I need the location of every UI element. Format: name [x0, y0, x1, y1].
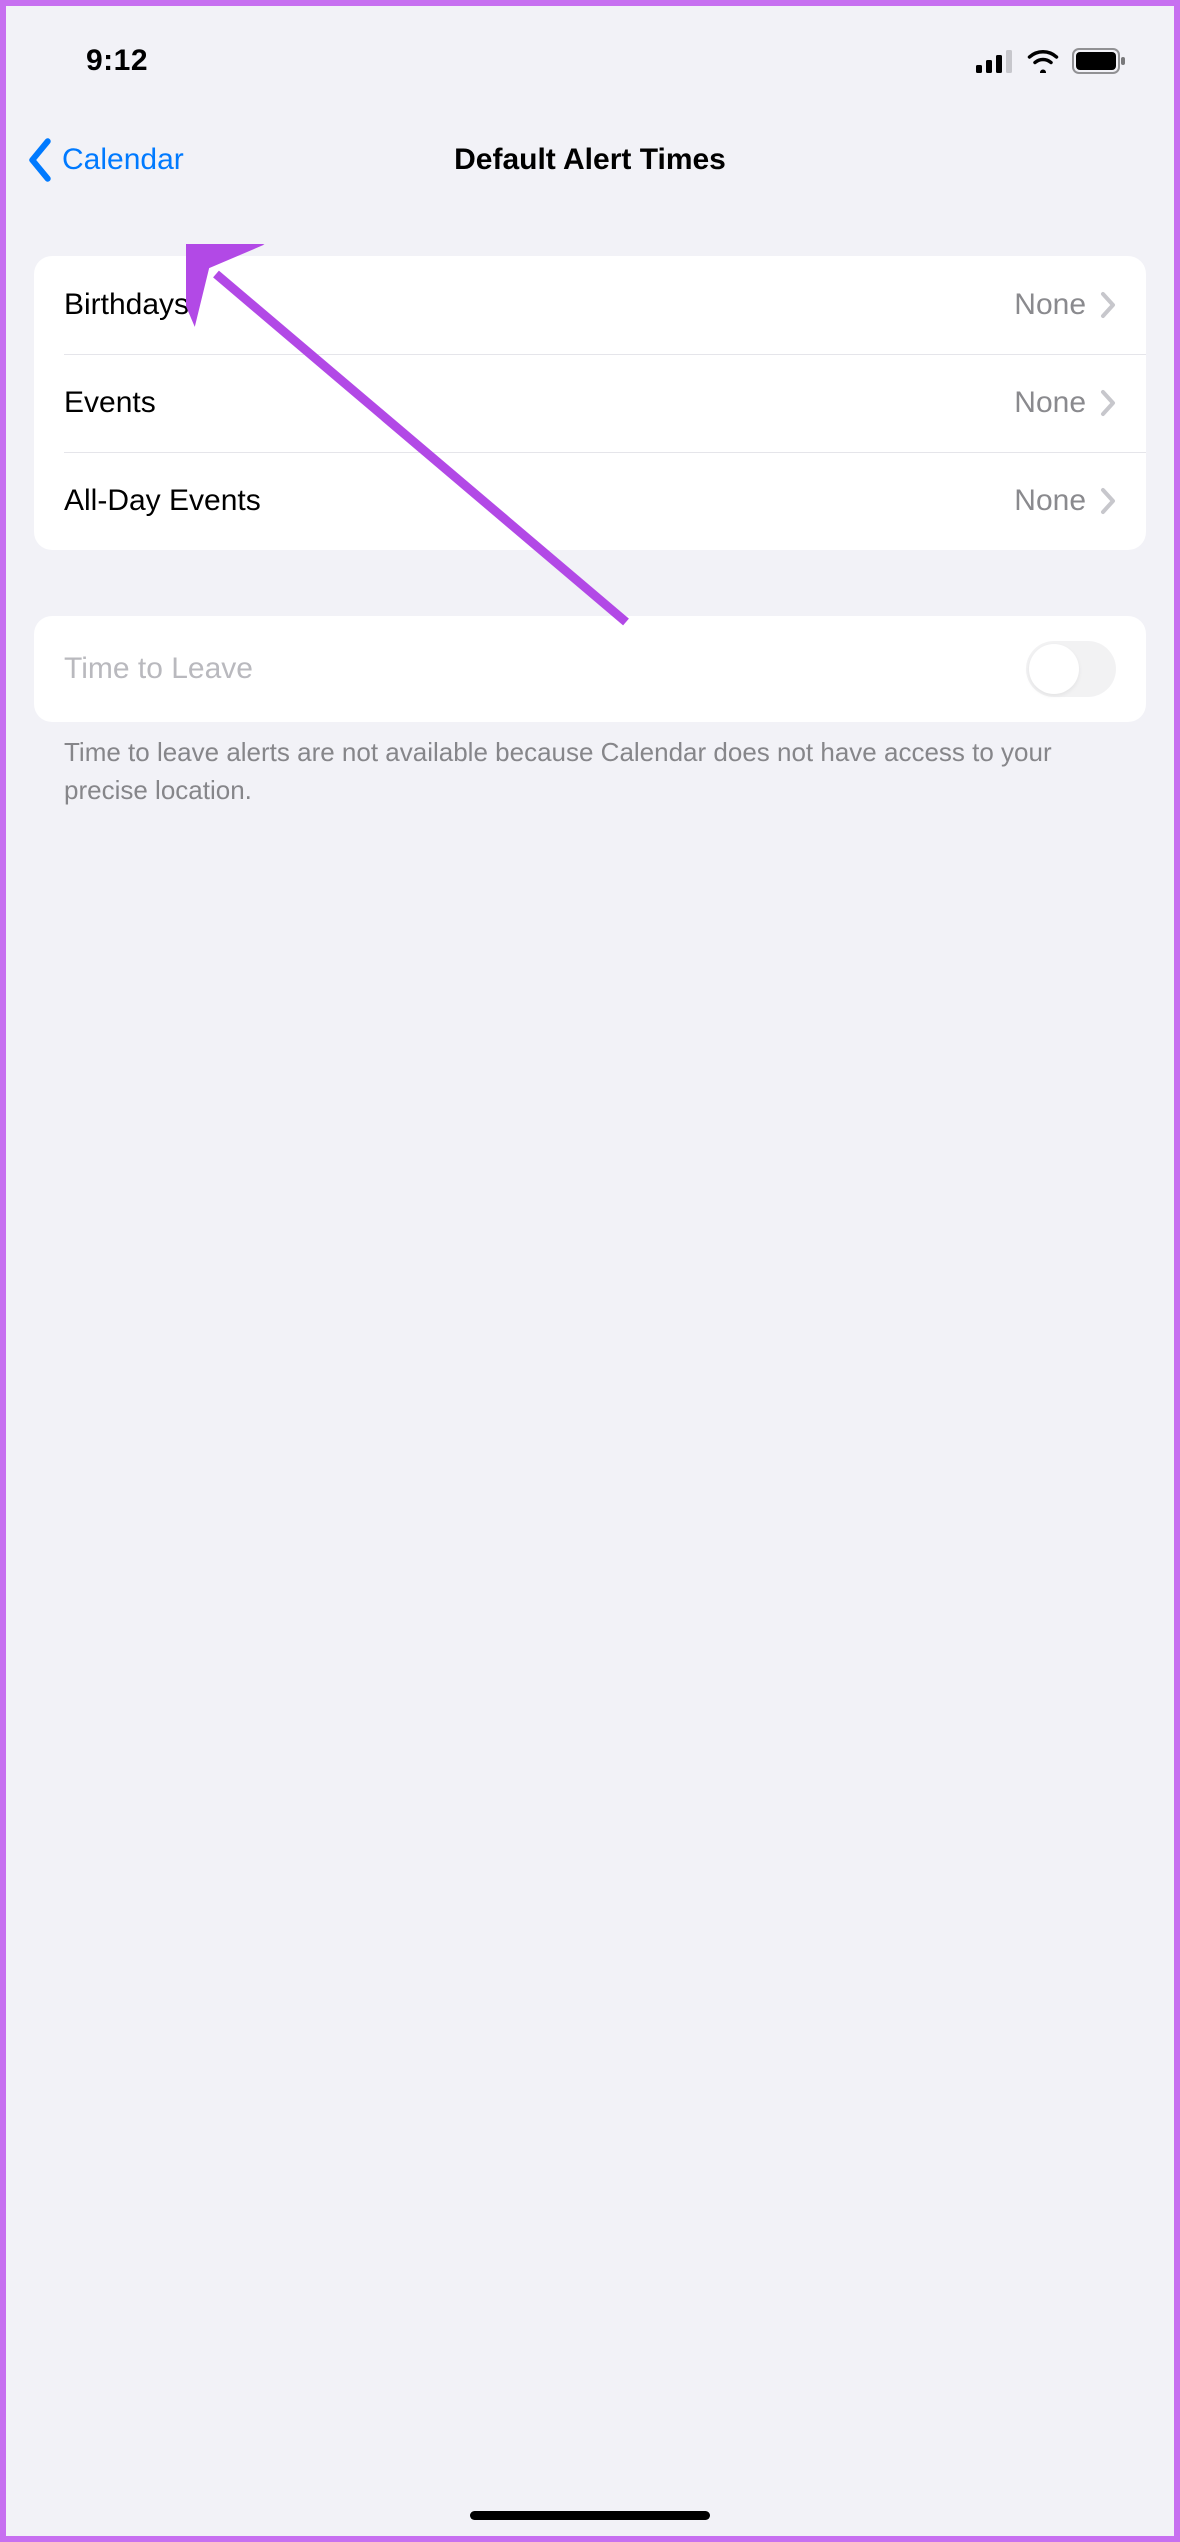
time-to-leave-footer: Time to leave alerts are not available b… [34, 722, 1146, 809]
alerts-section: Birthdays None Events None All-Day Event… [34, 256, 1146, 550]
chevron-right-icon [1100, 487, 1116, 515]
status-time: 9:12 [86, 44, 148, 78]
battery-icon [1072, 48, 1126, 74]
row-events[interactable]: Events None [34, 354, 1146, 452]
time-to-leave-section: Time to Leave [34, 616, 1146, 722]
row-time-to-leave: Time to Leave [34, 616, 1146, 722]
row-label: Time to Leave [64, 652, 253, 686]
row-all-day-events[interactable]: All-Day Events None [34, 452, 1146, 550]
page-title: Default Alert Times [454, 143, 726, 177]
row-value: None [1014, 484, 1086, 518]
chevron-left-icon [22, 138, 58, 182]
row-label: All-Day Events [64, 484, 261, 518]
row-label: Birthdays [64, 288, 189, 322]
chevron-right-icon [1100, 291, 1116, 319]
home-indicator[interactable] [470, 2511, 710, 2520]
back-label: Calendar [62, 143, 184, 177]
chevron-right-icon [1100, 389, 1116, 417]
nav-bar: Calendar Default Alert Times [6, 116, 1174, 204]
wifi-icon [1026, 49, 1060, 73]
back-button[interactable]: Calendar [22, 138, 184, 182]
cellular-icon [976, 49, 1014, 73]
row-value: None [1014, 288, 1086, 322]
row-birthdays[interactable]: Birthdays None [34, 256, 1146, 354]
time-to-leave-toggle [1026, 641, 1116, 697]
content: Birthdays None Events None All-Day Event… [6, 204, 1174, 809]
status-bar: 9:12 [6, 6, 1174, 116]
row-label: Events [64, 386, 156, 420]
row-value: None [1014, 386, 1086, 420]
toggle-knob [1029, 644, 1079, 694]
status-icons [976, 48, 1126, 74]
